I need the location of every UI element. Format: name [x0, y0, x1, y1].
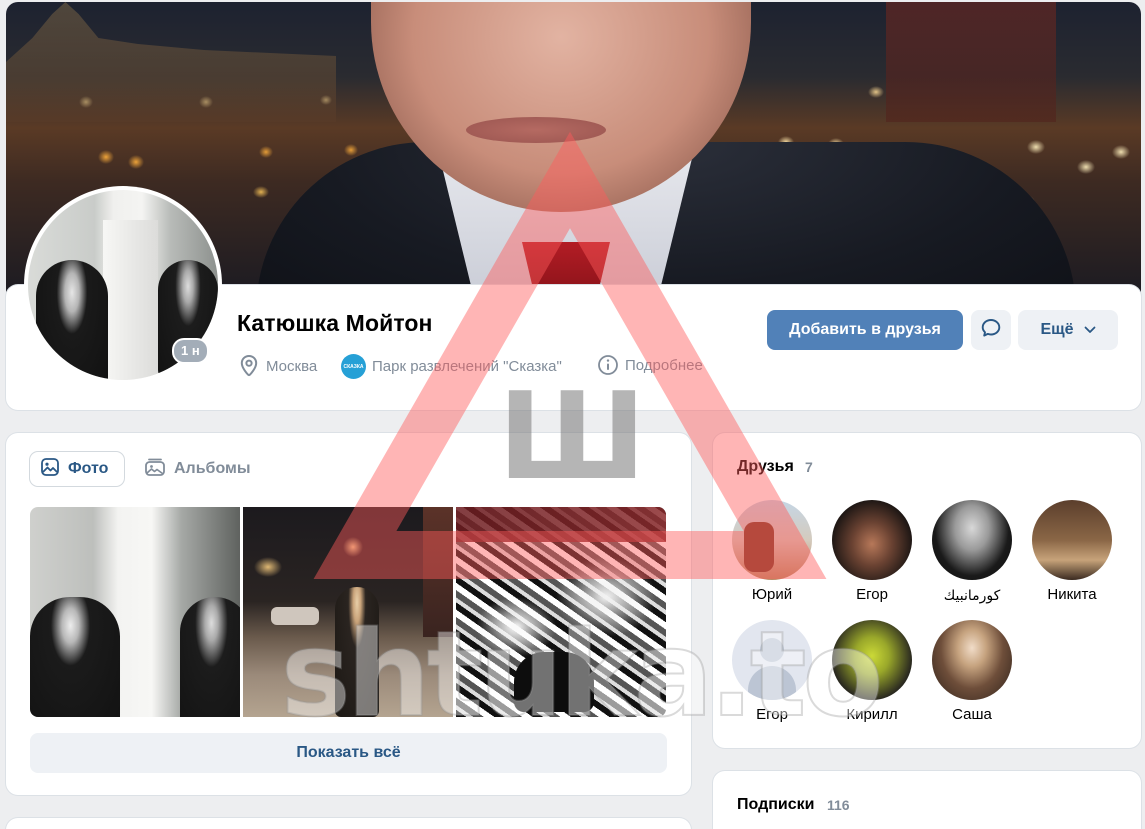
- friend-name: Саша: [952, 706, 992, 723]
- chevron-down-icon: [1084, 321, 1096, 339]
- more-actions-label: Ещё: [1040, 321, 1074, 338]
- profile-work[interactable]: СКАЗКА Парк развлечений "Сказка": [341, 354, 562, 379]
- profile-details-label: Подробнее: [625, 356, 703, 374]
- friend-name: Никита: [1047, 586, 1097, 603]
- avatar-figure-left: [36, 260, 108, 380]
- photo-figure-right: [180, 597, 240, 717]
- more-actions-button[interactable]: Ещё: [1018, 310, 1118, 350]
- next-section-card: [6, 818, 691, 829]
- photo-figure: [514, 652, 594, 712]
- profile-city-label: Москва: [266, 357, 318, 375]
- message-bubble-icon: [980, 317, 1002, 344]
- photo-thumbnail[interactable]: [456, 507, 666, 717]
- friend-item[interactable]: Юрий: [722, 500, 822, 604]
- avatar-wall-shape: [103, 220, 158, 380]
- profile-work-label: Парк развлечений "Сказка": [372, 358, 562, 375]
- cover-kremlin-shape: [6, 2, 336, 122]
- message-button[interactable]: [971, 310, 1011, 350]
- show-all-photos-button[interactable]: Показать всё: [30, 733, 667, 773]
- profile-page: 1 н Катюшка Мойтон Москва СКАЗКА Парк ра…: [0, 0, 1145, 829]
- friend-item[interactable]: Егор: [822, 500, 922, 604]
- friend-item[interactable]: Кирилл: [822, 620, 922, 724]
- work-logo-icon: СКАЗКА: [341, 354, 366, 379]
- friends-count: 7: [805, 459, 813, 475]
- add-friend-label: Добавить в друзья: [789, 321, 941, 338]
- friend-avatar: [832, 620, 912, 700]
- show-all-photos-label: Показать всё: [296, 744, 401, 761]
- profile-name: Катюшка Мойтон: [237, 310, 433, 336]
- photo-sky-shape: [456, 507, 666, 542]
- friend-name: Егор: [856, 586, 888, 603]
- subscriptions-count: 116: [827, 797, 850, 813]
- friend-avatar: [932, 500, 1012, 580]
- online-status-badge: 1 н: [172, 338, 209, 364]
- profile-city[interactable]: Москва: [238, 354, 317, 378]
- tab-photos-label: Фото: [68, 460, 109, 477]
- tab-albums[interactable]: Альбомы: [134, 452, 261, 486]
- photo-icon: [40, 457, 60, 482]
- friend-name: کورمانبیك: [943, 587, 1001, 603]
- friend-item[interactable]: کورمانبیك: [922, 500, 1022, 604]
- friend-avatar: [732, 620, 812, 700]
- location-pin-icon: [238, 354, 260, 378]
- friend-name: Юрий: [751, 586, 793, 603]
- friend-name: Кирилл: [846, 706, 898, 723]
- photo-figure: [335, 587, 379, 717]
- albums-icon: [144, 457, 166, 482]
- friends-title[interactable]: Друзья: [737, 458, 794, 476]
- friend-item[interactable]: Никита: [1022, 500, 1122, 604]
- info-icon: [597, 354, 619, 376]
- friend-avatar: [932, 620, 1012, 700]
- photo-car-shape: [271, 607, 319, 625]
- photo-thumbnail[interactable]: [243, 507, 453, 717]
- friend-avatar: [832, 500, 912, 580]
- photo-building-shape: [423, 507, 453, 637]
- friend-name: Егор: [756, 706, 788, 723]
- tab-albums-label: Альбомы: [174, 460, 251, 477]
- online-status-text: 1 н: [174, 340, 207, 362]
- add-friend-button[interactable]: Добавить в друзья: [767, 310, 963, 350]
- profile-details-link[interactable]: Подробнее: [597, 354, 703, 376]
- subscriptions-title[interactable]: Подписки: [737, 796, 814, 814]
- friend-avatar: [1032, 500, 1112, 580]
- friend-item[interactable]: Саша: [922, 620, 1022, 724]
- friend-avatar: [732, 500, 812, 580]
- cover-tower-shape: [886, 2, 1056, 122]
- cover-lips-shape: [466, 117, 606, 143]
- photo-figure-left: [30, 597, 120, 717]
- friend-item[interactable]: Егор: [722, 620, 822, 724]
- photo-thumbnail[interactable]: [30, 507, 240, 717]
- tab-photos[interactable]: Фото: [30, 452, 124, 486]
